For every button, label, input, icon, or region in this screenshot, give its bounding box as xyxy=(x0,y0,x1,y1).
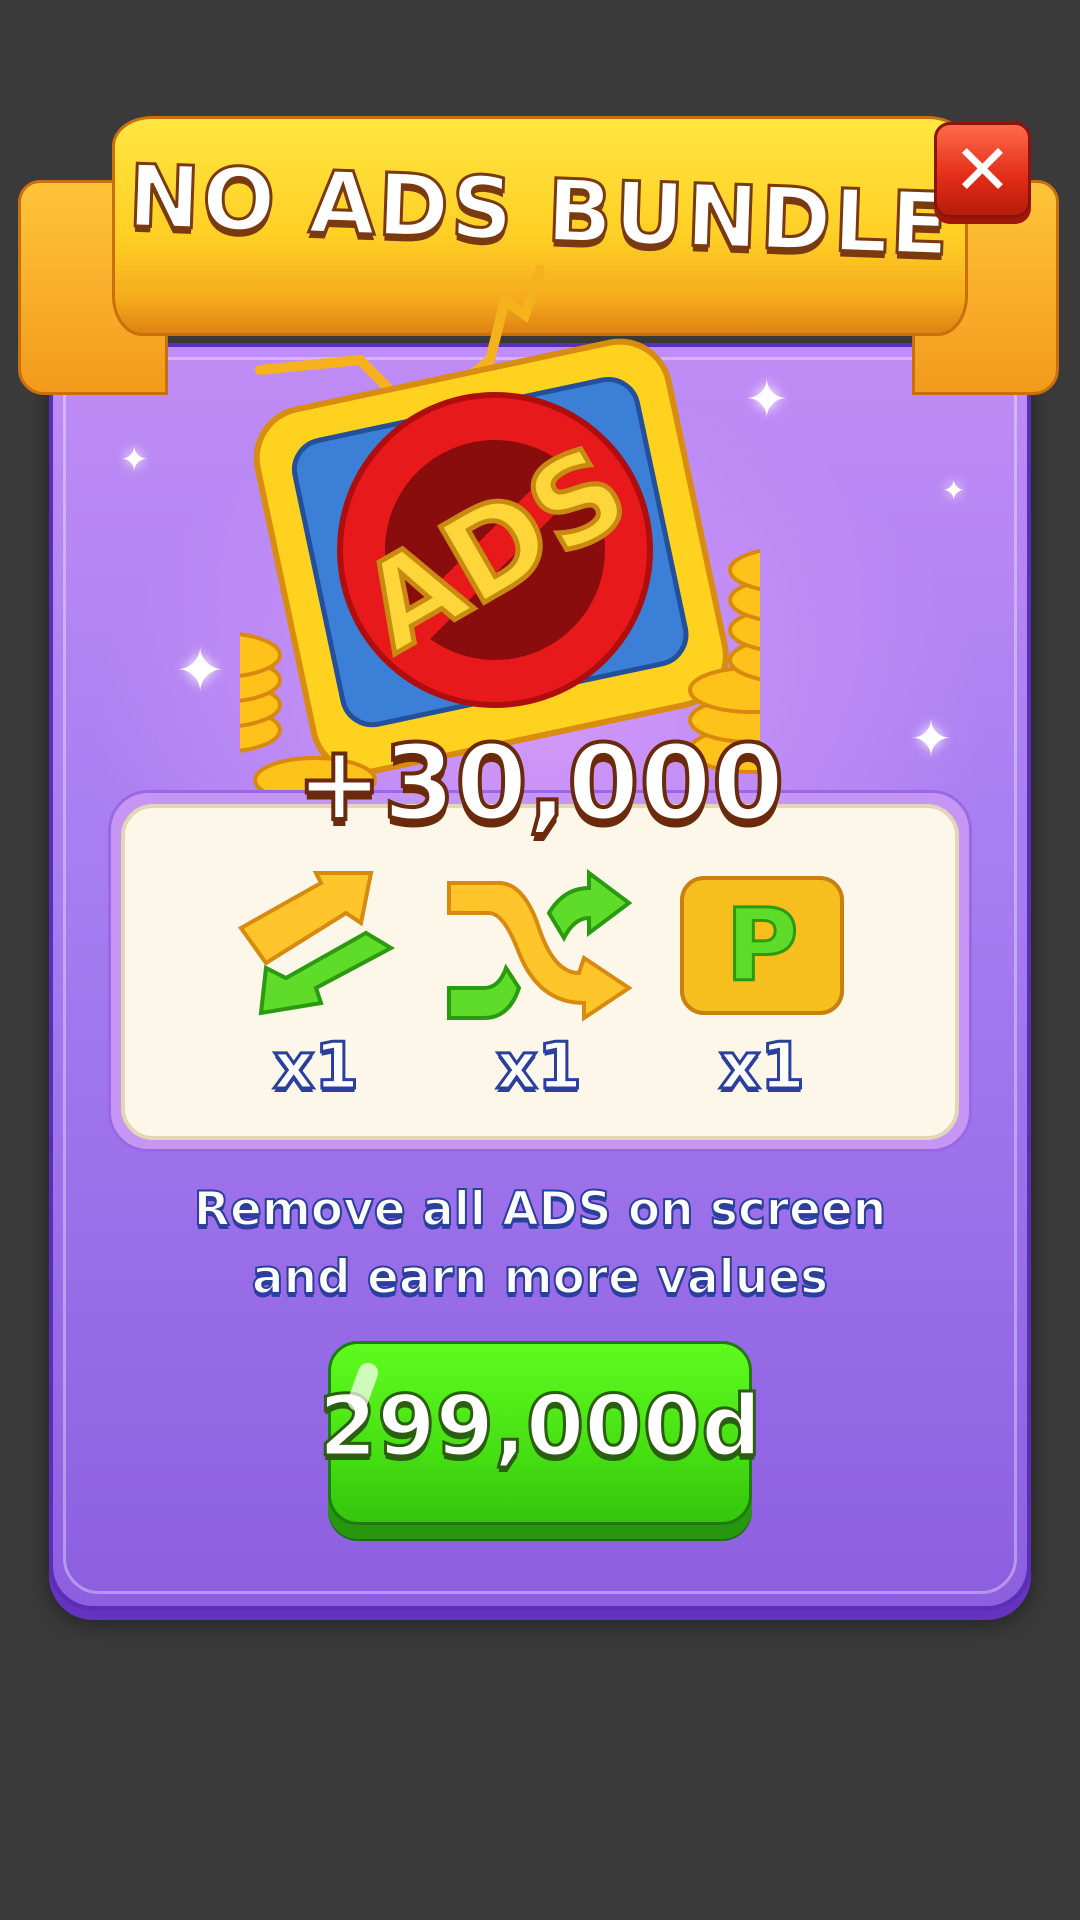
buy-price-label: 299,000d xyxy=(317,1376,763,1477)
reward-item-shuffle: x1 xyxy=(439,868,639,1104)
reward-item-swap: x1 xyxy=(216,868,416,1104)
swap-arrows-icon xyxy=(238,871,396,1016)
coin-reward-amount: +30,000 xyxy=(294,720,786,846)
item-quantity: x1 xyxy=(495,1030,584,1104)
bundle-description: Remove all ADS on screen and earn more v… xyxy=(0,1176,1080,1312)
p-block-icon: P xyxy=(680,876,844,1015)
sparkle-icon: ✦ xyxy=(120,440,149,480)
dialog-title: NO ADS BUNDLE xyxy=(125,145,954,277)
sparkle-icon: ✦ xyxy=(942,474,966,507)
buy-button[interactable]: 299,000d xyxy=(317,1341,763,1525)
sparkle-icon: ✦ xyxy=(175,636,226,706)
item-quantity: x1 xyxy=(272,1030,361,1104)
svg-text:P: P xyxy=(725,887,798,1004)
description-line-1: Remove all ADS on screen xyxy=(193,1181,887,1238)
close-icon: ✕ xyxy=(953,129,1012,211)
item-quantity: x1 xyxy=(718,1030,807,1104)
shuffle-icon xyxy=(447,869,633,1022)
description-line-2: and earn more values xyxy=(251,1249,829,1306)
reward-item-p-block: P x1 xyxy=(662,868,862,1104)
close-button[interactable]: ✕ xyxy=(934,122,1031,218)
